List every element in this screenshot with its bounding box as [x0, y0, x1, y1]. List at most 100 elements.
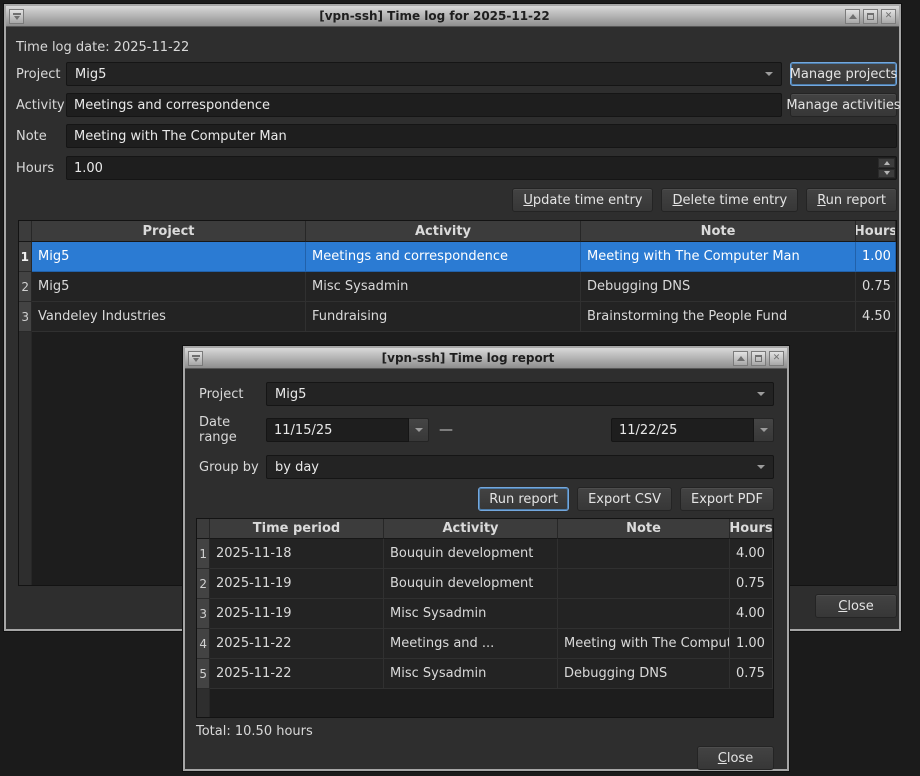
cell-activity[interactable]: Bouquin development [384, 569, 558, 599]
manage-projects-button[interactable]: Manage projects [790, 62, 897, 86]
close-icon: ✕ [773, 354, 781, 363]
col-header-project[interactable]: Project [32, 221, 306, 242]
window-menu-button[interactable] [188, 351, 203, 366]
cell-activity[interactable]: Bouquin development [384, 539, 558, 569]
maximize-icon [755, 355, 762, 362]
shade-button[interactable] [845, 9, 860, 24]
col-header-time-period[interactable]: Time period [210, 519, 384, 539]
cell-period[interactable]: 2025-11-19 [210, 599, 384, 629]
table-row[interactable]: 2 2025-11-19 Bouquin development 0.75 [197, 569, 773, 599]
cell-note[interactable]: Debugging DNS [558, 659, 730, 689]
table-row[interactable]: 2 Mig5 Misc Sysadmin Debugging DNS 0.75 [19, 272, 896, 302]
cell-note[interactable]: Debugging DNS [581, 272, 856, 302]
export-pdf-button[interactable]: Export PDF [680, 487, 774, 511]
cell-period[interactable]: 2025-11-18 [210, 539, 384, 569]
maximize-button[interactable] [863, 9, 878, 24]
date-from-input[interactable] [266, 418, 409, 442]
update-time-entry-button[interactable]: Update time entry [512, 188, 653, 212]
cell-note[interactable]: Brainstorming the People Fund [581, 302, 856, 332]
cell-activity[interactable]: Misc Sysadmin [384, 599, 558, 629]
main-titlebar[interactable]: [vpn-ssh] Time log for 2025-11-22 ✕ [6, 6, 899, 27]
note-input[interactable] [66, 124, 897, 148]
report-table[interactable]: Time period Activity Note Hours 1 2025-1… [196, 518, 774, 718]
export-csv-button[interactable]: Export CSV [577, 487, 672, 511]
col-header-activity[interactable]: Activity [384, 519, 558, 539]
window-menu-icon [13, 13, 21, 20]
col-header-note[interactable]: Note [558, 519, 730, 539]
group-by-combobox[interactable]: by day [266, 455, 774, 479]
cell-activity[interactable]: Meetings and ... [384, 629, 558, 659]
table-empty-area [197, 689, 773, 717]
date-range-label: Date range [196, 415, 266, 445]
cell-period[interactable]: 2025-11-19 [210, 569, 384, 599]
window-menu-icon [192, 355, 200, 362]
date-to-input[interactable] [611, 418, 754, 442]
chevron-down-icon [415, 428, 423, 432]
cell-hours[interactable]: 0.75 [856, 272, 896, 302]
note-label: Note [16, 129, 66, 144]
cell-note[interactable]: Meeting with The Computer Man [581, 242, 856, 272]
shade-button[interactable] [733, 351, 748, 366]
cell-project[interactable]: Vandeley Industries [32, 302, 306, 332]
window-menu-button[interactable] [9, 9, 24, 24]
spin-down-button[interactable] [878, 169, 895, 179]
col-header-note[interactable]: Note [581, 221, 856, 242]
report-dialog: [vpn-ssh] Time log report ✕ Project Mig5… [183, 346, 789, 771]
dialog-run-report-button[interactable]: Run report [478, 487, 569, 511]
date-from-picker[interactable] [266, 418, 429, 442]
time-log-date-text: Time log date: 2025-11-22 [16, 40, 897, 56]
cell-hours[interactable]: 1.00 [730, 629, 773, 659]
delete-time-entry-button[interactable]: Delete time entry [661, 188, 798, 212]
dialog-titlebar[interactable]: [vpn-ssh] Time log report ✕ [185, 348, 787, 369]
cell-hours[interactable]: 1.00 [856, 242, 896, 272]
table-row[interactable]: 1 2025-11-18 Bouquin development 4.00 [197, 539, 773, 569]
cell-activity[interactable]: Misc Sysadmin [384, 659, 558, 689]
date-to-dropdown-button[interactable] [754, 418, 774, 442]
cell-period[interactable]: 2025-11-22 [210, 659, 384, 689]
cell-note[interactable]: Meeting with The Computer... [558, 629, 730, 659]
run-report-button[interactable]: Run report [806, 188, 897, 212]
col-header-hours[interactable]: Hours [730, 519, 773, 539]
chevron-down-icon [760, 428, 768, 432]
spin-up-button[interactable] [878, 158, 895, 168]
report-project-label: Project [196, 387, 266, 402]
dialog-close-button[interactable]: Close [697, 746, 774, 770]
project-label: Project [16, 67, 66, 82]
table-row[interactable]: 3 Vandeley Industries Fundraising Brains… [19, 302, 896, 332]
cell-hours[interactable]: 4.00 [730, 599, 773, 629]
cell-hours[interactable]: 4.50 [856, 302, 896, 332]
table-row[interactable]: 1 Mig5 Meetings and correspondence Meeti… [19, 242, 896, 272]
cell-hours[interactable]: 0.75 [730, 569, 773, 599]
cell-note[interactable] [558, 599, 730, 629]
close-window-button[interactable]: ✕ [881, 9, 896, 24]
table-row[interactable]: 5 2025-11-22 Misc Sysadmin Debugging DNS… [197, 659, 773, 689]
col-header-hours[interactable]: Hours [856, 221, 896, 242]
cell-note[interactable] [558, 539, 730, 569]
hours-input[interactable] [66, 156, 897, 180]
table-row[interactable]: 3 2025-11-19 Misc Sysadmin 4.00 [197, 599, 773, 629]
main-close-button[interactable]: Close [815, 594, 897, 618]
cell-hours[interactable]: 4.00 [730, 539, 773, 569]
cell-activity[interactable]: Misc Sysadmin [306, 272, 581, 302]
chevron-down-icon [757, 465, 765, 469]
activity-label: Activity [16, 98, 66, 113]
cell-hours[interactable]: 0.75 [730, 659, 773, 689]
project-combobox[interactable]: Mig5 [66, 62, 782, 86]
cell-activity[interactable]: Fundraising [306, 302, 581, 332]
col-header-activity[interactable]: Activity [306, 221, 581, 242]
cell-note[interactable] [558, 569, 730, 599]
report-project-combobox[interactable]: Mig5 [266, 382, 774, 406]
cell-activity[interactable]: Meetings and correspondence [306, 242, 581, 272]
cell-project[interactable]: Mig5 [32, 242, 306, 272]
cell-project[interactable]: Mig5 [32, 272, 306, 302]
cell-period[interactable]: 2025-11-22 [210, 629, 384, 659]
hours-spinbox[interactable] [66, 156, 897, 180]
close-window-button[interactable]: ✕ [769, 351, 784, 366]
activity-input[interactable] [66, 93, 782, 117]
date-to-picker[interactable] [611, 418, 774, 442]
maximize-button[interactable] [751, 351, 766, 366]
table-row[interactable]: 4 2025-11-22 Meetings and ... Meeting wi… [197, 629, 773, 659]
manage-activities-button[interactable]: Manage activities [790, 93, 897, 117]
date-from-dropdown-button[interactable] [409, 418, 429, 442]
maximize-icon [867, 13, 874, 20]
